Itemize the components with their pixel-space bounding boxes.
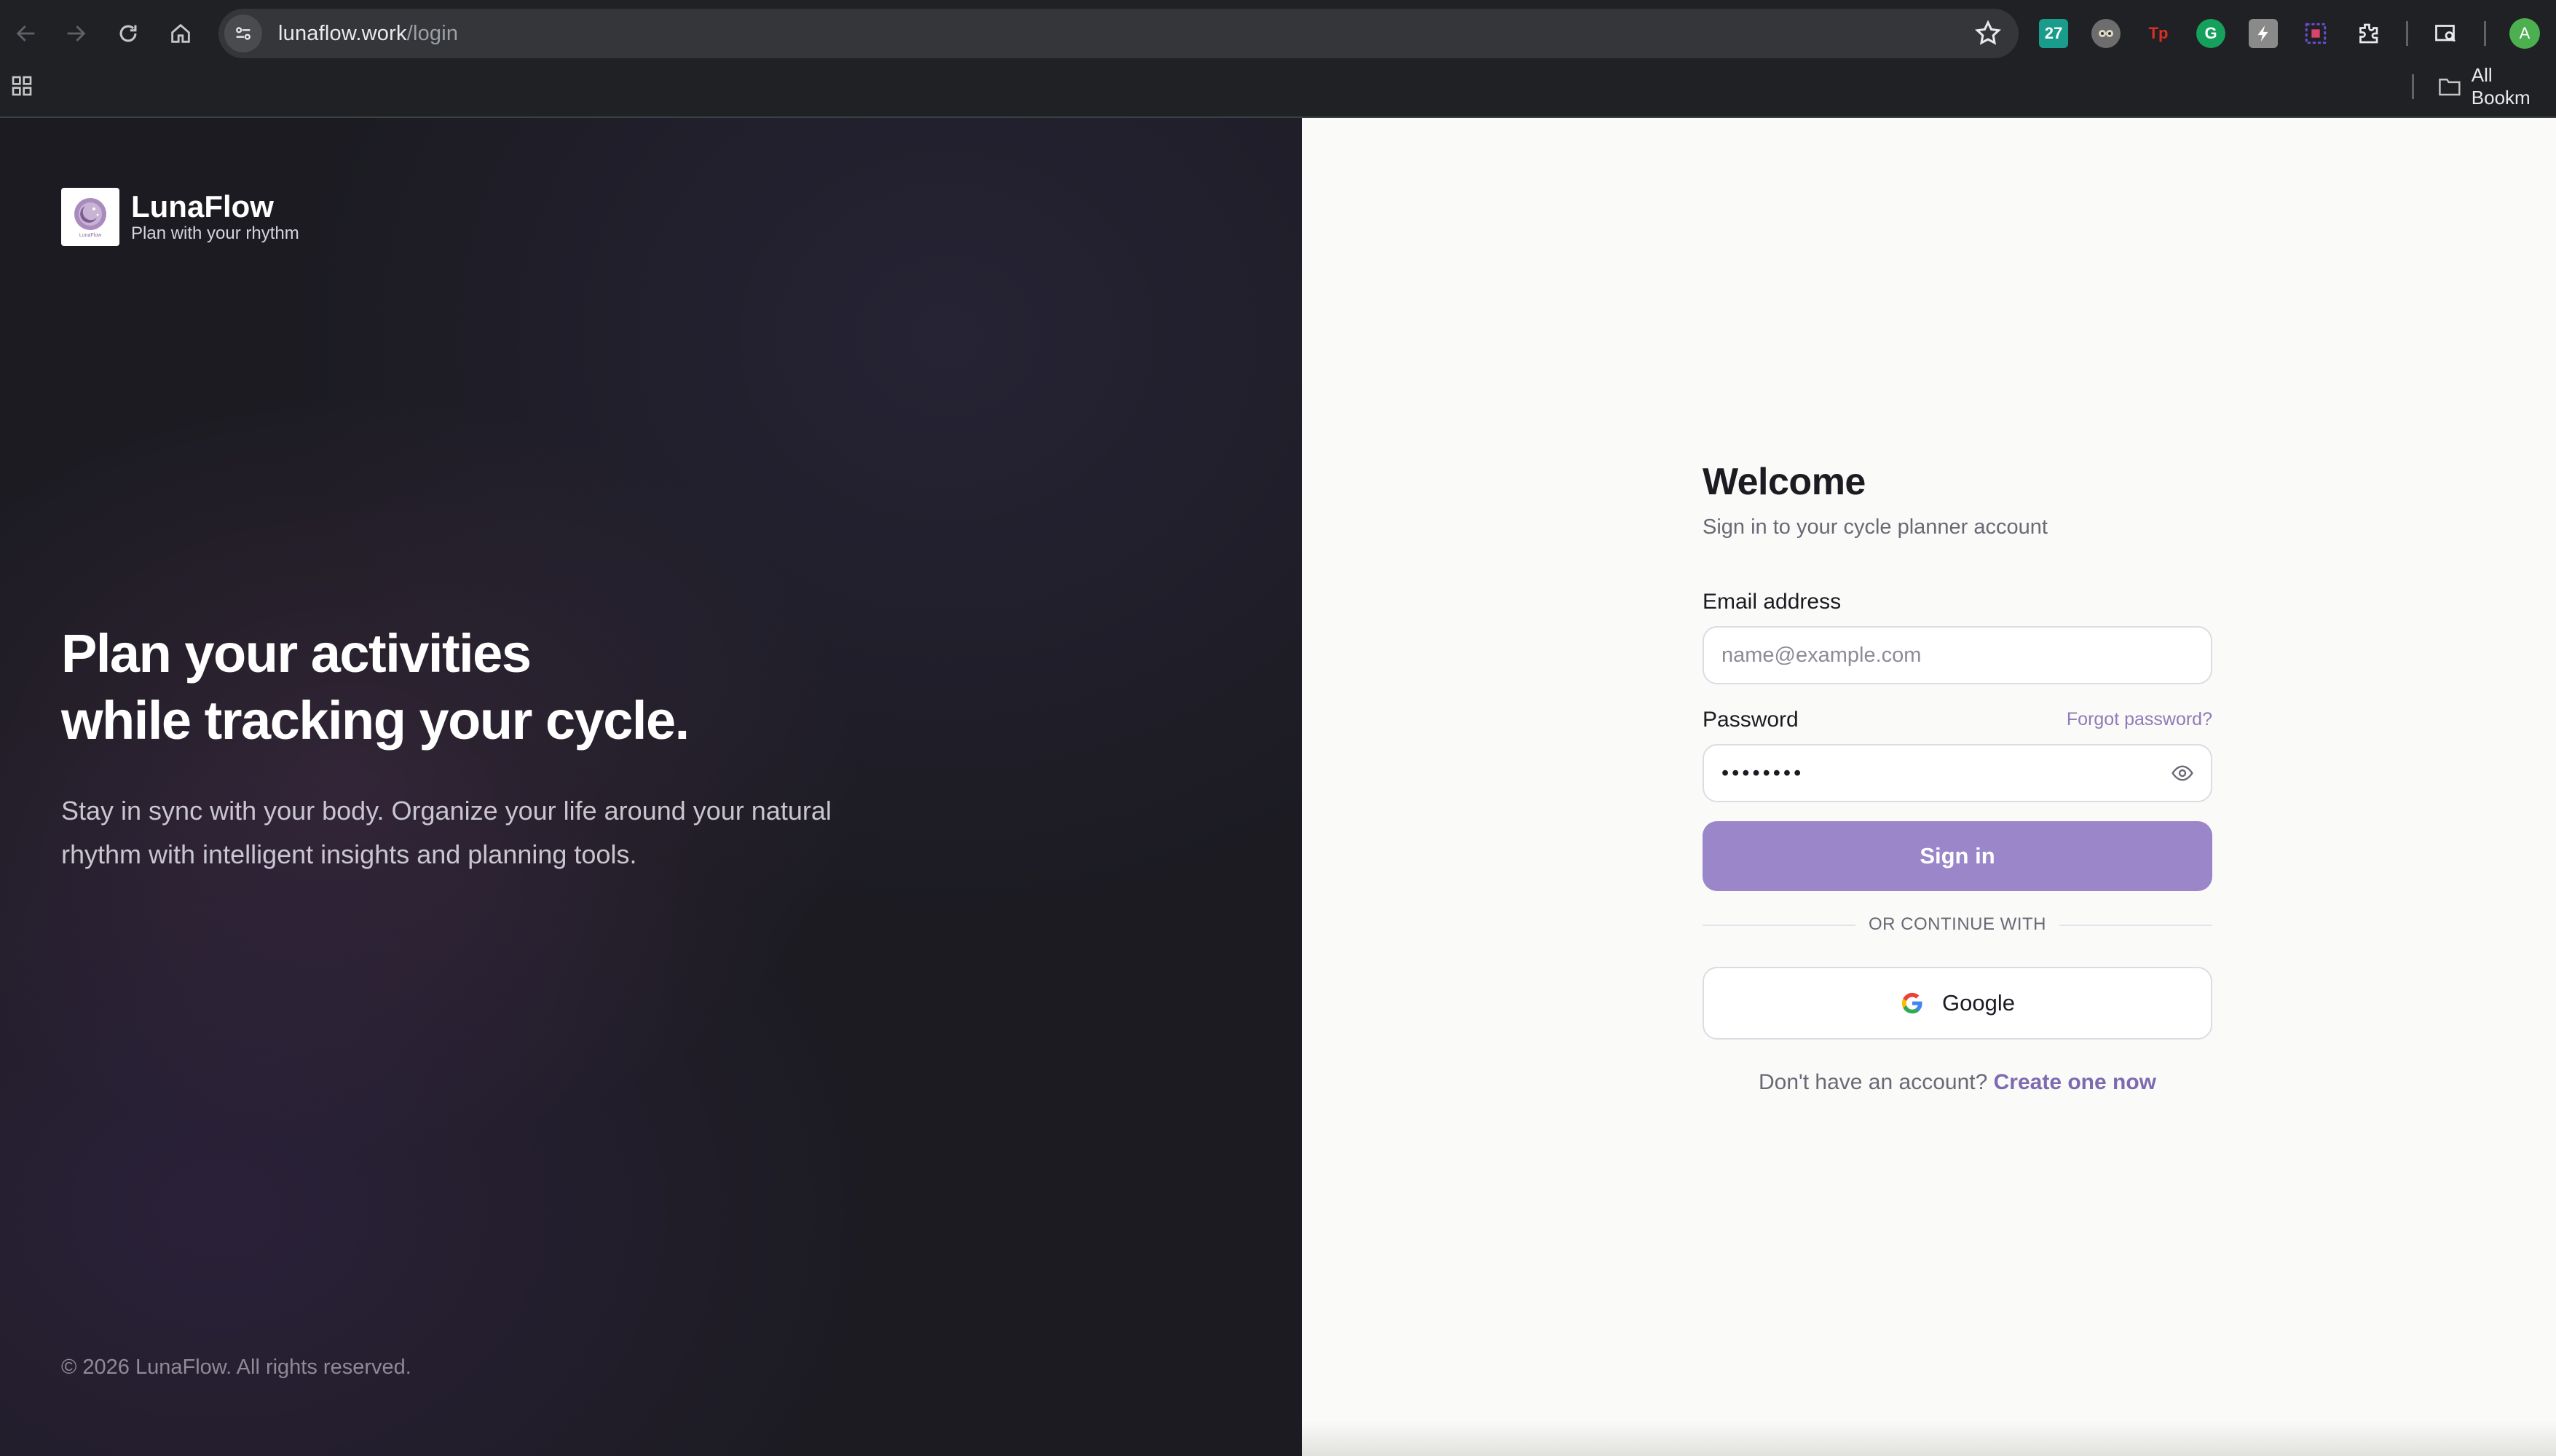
hero-heading-line2: while tracking your cycle. (61, 690, 690, 751)
browser-toolbar: lunaflow.work/login 27 Tp G A (0, 0, 2556, 67)
url-host: lunaflow.work (278, 21, 407, 45)
bookmarks-separator (2412, 74, 2414, 99)
email-label: Email address (1703, 590, 1842, 614)
password-label: Password (1703, 708, 1799, 732)
signup-prompt: Don't have an account? Create one now (1703, 1070, 2212, 1095)
hero-panel: LunaFlow LunaFlow Plan with your rhythm … (0, 118, 1302, 1456)
login-page: LunaFlow LunaFlow Plan with your rhythm … (0, 118, 2556, 1456)
tab-search-button[interactable] (2431, 19, 2461, 48)
moon-logo-icon (74, 198, 106, 230)
brand-name: LunaFlow (131, 189, 274, 223)
bookmarks-bar (0, 67, 2556, 118)
brand-tagline: Plan with your rhythm (131, 223, 299, 243)
logo-wordmark: LunaFlow (79, 233, 102, 238)
login-subtitle: Sign in to your cycle planner account (1703, 515, 2048, 539)
signup-prompt-text: Don't have an account? (1758, 1070, 1988, 1094)
profile-avatar[interactable]: A (2509, 18, 2540, 49)
divider-text: OR CONTINUE WITH (1855, 914, 2059, 935)
password-field[interactable] (1703, 744, 2212, 802)
arrow-right-icon (67, 25, 86, 41)
url-text[interactable]: lunaflow.work/login (278, 22, 458, 46)
hero-subtitle: Stay in sync with your body. Organize yo… (61, 796, 832, 869)
grammarly-extension-icon[interactable]: G (2196, 19, 2225, 48)
arrow-left-icon (16, 25, 35, 41)
puzzle-icon (2359, 23, 2378, 44)
folder-icon (2439, 78, 2461, 96)
home-icon (171, 23, 190, 43)
bolt-extension-icon[interactable] (2249, 19, 2278, 48)
lunaflow-logo: LunaFlow (61, 188, 119, 246)
apps-grid-icon[interactable] (10, 74, 33, 98)
eyes-extension-icon[interactable] (2091, 19, 2121, 48)
show-password-eye-icon[interactable] (2170, 761, 2195, 785)
forgot-password-link[interactable]: Forgot password? (2067, 709, 2212, 730)
tab-search-icon (2435, 25, 2456, 42)
reload-button[interactable] (102, 7, 154, 60)
hero-heading: Plan your activities while tracking your… (61, 620, 1081, 754)
google-g-icon (1901, 992, 1922, 1014)
back-button[interactable] (0, 7, 52, 60)
select-extension-icon[interactable] (2301, 19, 2330, 48)
extensions-puzzle-button[interactable] (2354, 19, 2383, 48)
eyes-icon (2099, 30, 2113, 37)
tune-icon (236, 27, 251, 40)
email-field[interactable] (1703, 626, 2212, 684)
address-bar[interactable]: lunaflow.work/login (218, 9, 2019, 58)
create-account-link[interactable]: Create one now (1994, 1070, 2156, 1094)
hero-heading-line1: Plan your activities (61, 623, 532, 684)
sign-in-button[interactable]: Sign in (1703, 821, 2212, 891)
home-button[interactable] (154, 7, 207, 60)
select-icon (2305, 23, 2327, 44)
reload-icon (119, 25, 137, 42)
all-bookmarks-button[interactable]: All Bookm (2438, 64, 2556, 108)
toolbar-separator (2484, 21, 2486, 46)
panel-bottom-shade (1302, 1421, 2556, 1456)
login-title: Welcome (1703, 461, 1866, 503)
brand[interactable]: LunaFlow LunaFlow Plan with your rhythm (61, 188, 299, 246)
google-signin-button[interactable]: Google (1703, 967, 2212, 1040)
copyright-text: © 2026 LunaFlow. All rights reserved. (61, 1356, 411, 1379)
tp-extension-icon[interactable]: Tp (2144, 19, 2173, 48)
google-button-label: Google (1942, 990, 2015, 1016)
extensions-row: 27 Tp G A (2039, 13, 2540, 54)
url-path: /login (406, 21, 459, 45)
all-bookmarks-label: All Bookm (2471, 64, 2531, 108)
login-form: Welcome Sign in to your cycle planner ac… (1703, 460, 2212, 1094)
bookmark-star-icon[interactable] (1973, 19, 2003, 48)
bolt-icon (2257, 25, 2268, 41)
site-info-button[interactable] (224, 15, 262, 52)
or-divider: OR CONTINUE WITH (1703, 914, 2212, 936)
calendar-extension-icon[interactable]: 27 (2039, 19, 2068, 48)
forward-button[interactable] (50, 7, 102, 60)
toolbar-separator (2406, 21, 2408, 46)
